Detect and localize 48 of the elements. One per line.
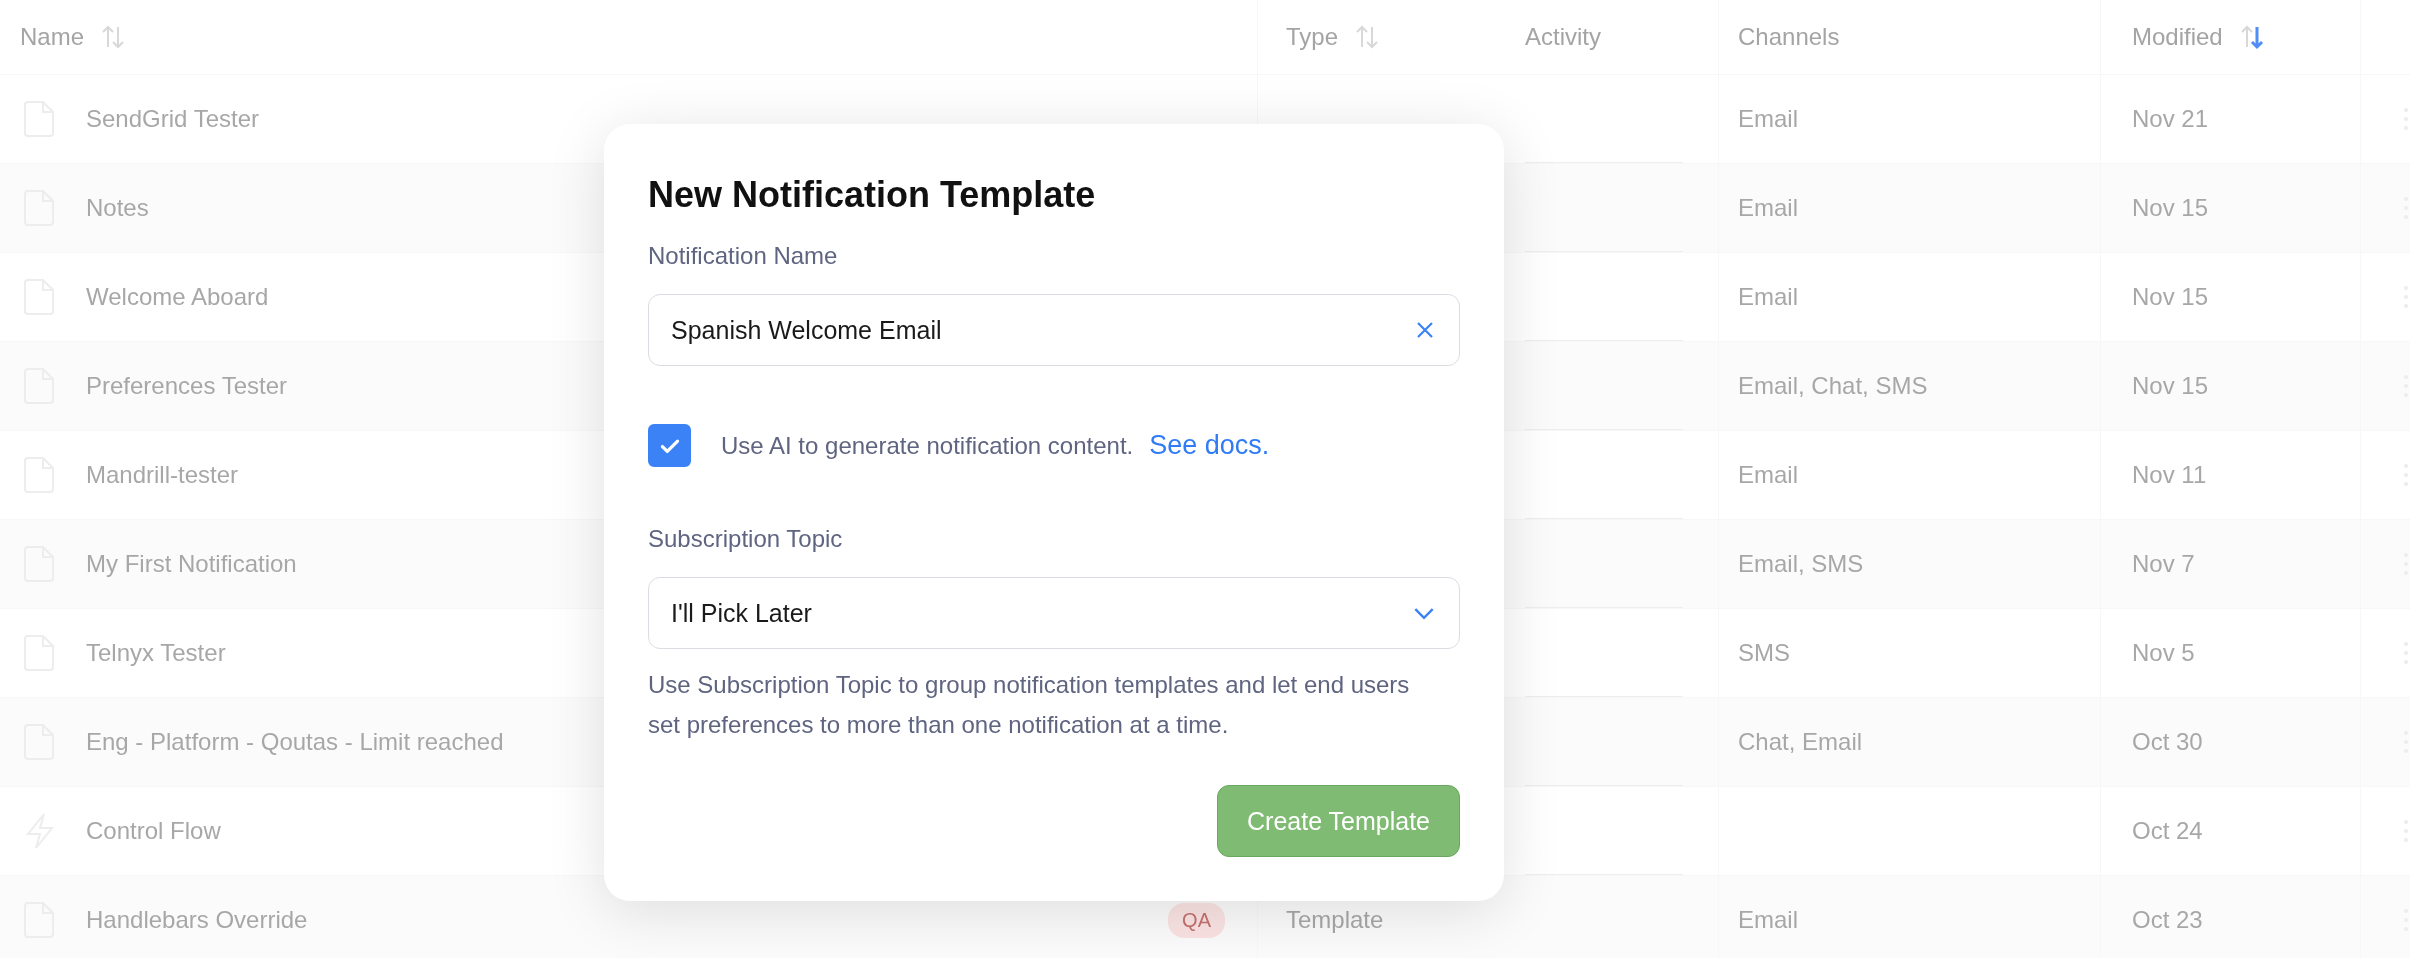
type-text: Template (1286, 906, 1384, 934)
clear-icon[interactable] (1415, 320, 1435, 340)
help-text: Use Subscription Topic to group notification templates and let end users set preferences to more than one notification at a time. (648, 670, 1411, 740)
channels-text: Email (1738, 194, 1798, 222)
column-header[interactable]: Modified (2132, 23, 2223, 51)
channels-text: SMS (1738, 639, 1790, 667)
create-template-button[interactable]: Create Template (1217, 785, 1460, 857)
template-name[interactable]: Eng - Platform - Qoutas - Limit reached (86, 728, 504, 756)
template-name[interactable]: My First Notification (86, 550, 297, 578)
column-header[interactable]: Channels (1738, 23, 1840, 51)
field-label: Subscription Topic (648, 525, 844, 553)
docs-link[interactable]: See docs. (1149, 430, 1270, 461)
channels-text: Email, SMS (1738, 550, 1864, 578)
channels-text: Email (1738, 283, 1798, 311)
column-header[interactable]: Activity (1525, 23, 1601, 51)
channels-text: Chat, Email (1738, 728, 1863, 756)
template-name[interactable]: Telnyx Tester (86, 639, 226, 667)
tag: QA (1168, 902, 1225, 938)
modified-date: Nov 5 (2132, 639, 2195, 667)
template-name[interactable]: Mandrill-tester (86, 461, 239, 489)
channels-text: Email (1738, 461, 1798, 489)
template-name[interactable]: SendGrid Tester (86, 105, 259, 133)
modified-date: Nov 15 (2132, 194, 2209, 222)
template-name[interactable]: Welcome Aboard (86, 283, 269, 311)
channels-text: Email, Chat, SMS (1738, 372, 1928, 400)
modified-date: Nov 15 (2132, 283, 2209, 311)
channels-text: Email (1738, 906, 1798, 934)
modified-date: Oct 30 (2132, 728, 2203, 756)
template-name[interactable]: Control Flow (86, 817, 221, 845)
checkbox[interactable] (648, 424, 691, 467)
topic-dropdown[interactable]: I'll Pick Later (648, 577, 1460, 649)
channels-text: Email (1738, 105, 1798, 133)
template-name[interactable]: Notes (86, 194, 149, 222)
modified-date: Nov 7 (2132, 550, 2195, 578)
modified-date: Oct 23 (2132, 906, 2203, 934)
modified-date: Nov 11 (2132, 461, 2207, 489)
modified-date: Nov 15 (2132, 372, 2209, 400)
name-input-field[interactable]: Spanish Welcome Email (648, 294, 1460, 366)
checkbox-label: Use AI to generate notification content. (721, 431, 1134, 460)
column-header[interactable]: Name (20, 23, 85, 51)
template-name[interactable]: Preferences Tester (86, 372, 287, 400)
dialog-title: New Notification Template (648, 174, 1097, 216)
modified-date: Oct 24 (2132, 817, 2203, 845)
template-name[interactable]: Handlebars Override (86, 906, 308, 934)
chevron-down-icon (1413, 606, 1435, 620)
modified-date: Nov 21 (2132, 105, 2209, 133)
field-label: Notification Name (648, 242, 839, 270)
column-header[interactable]: Type (1286, 23, 1339, 51)
